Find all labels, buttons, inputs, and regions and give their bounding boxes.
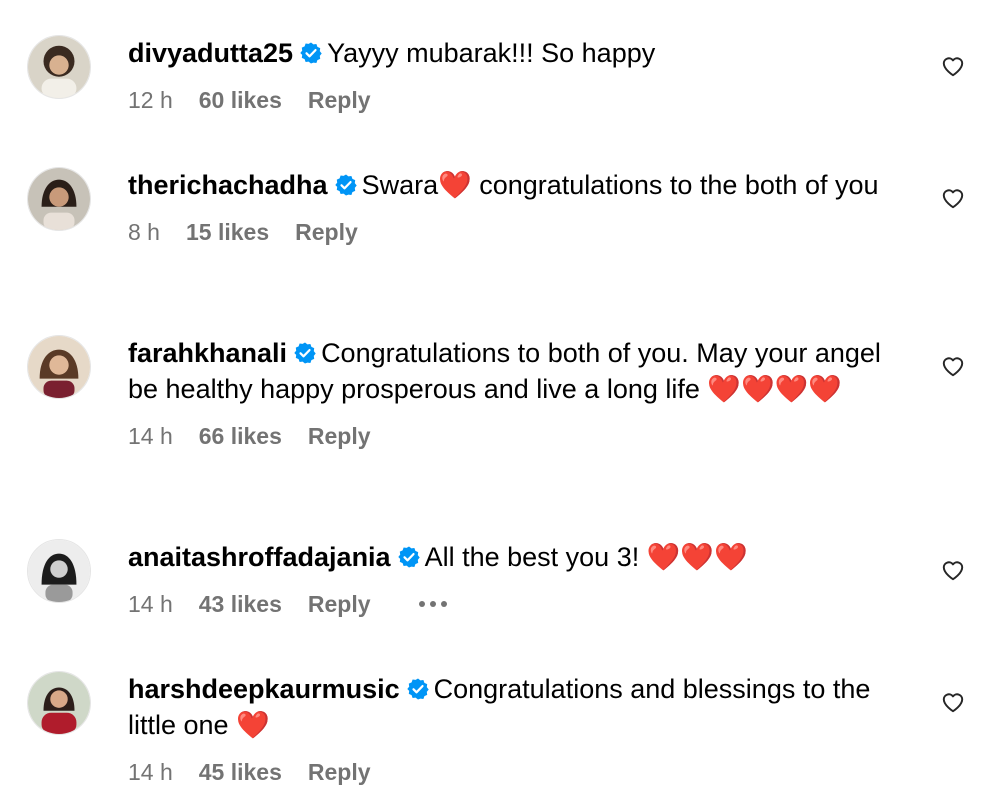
likes-count[interactable]: 60 likes [199, 85, 282, 115]
heart-outline-icon[interactable] [940, 557, 966, 583]
comment-body: harshdeepkaurmusic Congratulations and bl… [128, 671, 898, 787]
comment-text: Yayyy mubarak!!! So happy [327, 38, 656, 68]
timestamp[interactable]: 12 h [128, 85, 173, 115]
comment-text-line: harshdeepkaurmusic Congratulations and bl… [128, 671, 898, 743]
heart-emoji: ❤️ [438, 170, 472, 200]
verified-badge-icon [293, 341, 317, 365]
timestamp[interactable]: 14 h [128, 589, 173, 619]
username[interactable]: therichachadha [128, 170, 328, 200]
comment-meta: 12 h 60 likes Reply [128, 85, 898, 115]
comment-body: anaitashroffadajania All the best you 3! … [128, 539, 898, 619]
avatar[interactable] [27, 335, 91, 399]
heart-outline-icon[interactable] [940, 689, 966, 715]
comment-text: Swara [361, 170, 439, 200]
heart-outline-icon[interactable] [940, 353, 966, 379]
heart-outline-icon[interactable] [940, 53, 966, 79]
heart-emoji: ❤️❤️❤️ [646, 542, 748, 572]
timestamp[interactable]: 14 h [128, 421, 173, 451]
reply-button[interactable]: Reply [308, 85, 371, 115]
heart-outline-icon[interactable] [940, 185, 966, 211]
avatar[interactable] [27, 539, 91, 603]
heart-emoji: ❤️ [236, 710, 270, 740]
verified-badge-icon [334, 173, 358, 197]
timestamp[interactable]: 14 h [128, 757, 173, 787]
avatar[interactable] [27, 671, 91, 735]
reply-button[interactable]: Reply [308, 757, 371, 787]
verified-badge-icon [397, 545, 421, 569]
comment-meta: 14 h 43 likes Reply [128, 589, 898, 619]
heart-emoji: ❤️❤️❤️❤️ [707, 374, 842, 404]
comment-meta: 14 h 66 likes Reply [128, 421, 898, 451]
username[interactable]: divyadutta25 [128, 38, 293, 68]
reply-button[interactable]: Reply [308, 589, 371, 619]
comment-text-line: therichachadha Swara❤️ congratulations to… [128, 167, 898, 203]
reply-button[interactable]: Reply [295, 217, 358, 247]
username[interactable]: anaitashroffadajania [128, 542, 391, 572]
more-horizontal-icon[interactable] [418, 589, 447, 619]
comment-text-continued: congratulations to the both of you [471, 170, 879, 200]
verified-badge-icon [299, 41, 323, 65]
username[interactable]: farahkhanali [128, 338, 287, 368]
likes-count[interactable]: 15 likes [186, 217, 269, 247]
timestamp[interactable]: 8 h [128, 217, 160, 247]
likes-count[interactable]: 66 likes [199, 421, 282, 451]
comment-body: farahkhanali Congratulations to both of y… [128, 335, 898, 451]
avatar[interactable] [27, 35, 91, 99]
comment-meta: 8 h 15 likes Reply [128, 217, 898, 247]
username[interactable]: harshdeepkaurmusic [128, 674, 400, 704]
comment-text-line: farahkhanali Congratulations to both of y… [128, 335, 898, 407]
avatar[interactable] [27, 167, 91, 231]
likes-count[interactable]: 45 likes [199, 757, 282, 787]
verified-badge-icon [406, 677, 430, 701]
likes-count[interactable]: 43 likes [199, 589, 282, 619]
comment-body: therichachadha Swara❤️ congratulations to… [128, 167, 898, 247]
comment-text: All the best you 3! [424, 542, 647, 572]
comment-text-line: anaitashroffadajania All the best you 3! … [128, 539, 898, 575]
comment-text-line: divyadutta25 Yayyy mubarak!!! So happy [128, 35, 898, 71]
reply-button[interactable]: Reply [308, 421, 371, 451]
comment-body: divyadutta25 Yayyy mubarak!!! So happy 12… [128, 35, 898, 115]
comment-meta: 14 h 45 likes Reply [128, 757, 898, 787]
